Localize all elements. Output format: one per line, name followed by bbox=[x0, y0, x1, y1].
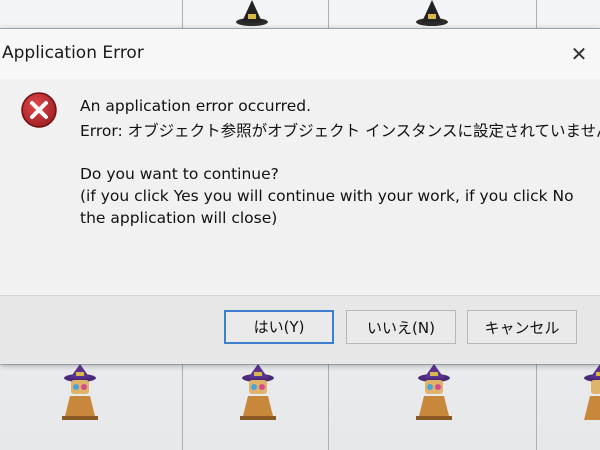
application-error-dialog: Application Error ✕ An application error… bbox=[0, 28, 600, 364]
error-detail-line: Error: オブジェクト参照がオブジェクト インスタンスに設定されていません。 bbox=[80, 122, 600, 140]
dialog-content: An application error occurred. Error: オブ… bbox=[0, 79, 600, 295]
dialog-titlebar[interactable]: Application Error ✕ bbox=[0, 29, 600, 79]
bg-gridline bbox=[182, 364, 183, 450]
bg-gridline bbox=[536, 364, 537, 450]
dialog-button-bar: はい(Y) いいえ(N) キャンセル bbox=[0, 295, 600, 364]
bg-gridline bbox=[536, 0, 537, 28]
witch-hat-sprite bbox=[416, 0, 448, 26]
witch-hat-sprite bbox=[236, 0, 268, 26]
instruction-line-continued: the application will close) bbox=[80, 209, 278, 227]
question-line: Do you want to continue? bbox=[80, 165, 279, 183]
witch-character-sprite bbox=[240, 364, 276, 420]
bg-gridline bbox=[328, 0, 329, 28]
dialog-title: Application Error bbox=[2, 43, 144, 63]
witch-character-sprite bbox=[416, 364, 452, 420]
error-message-line: An application error occurred. bbox=[80, 97, 312, 115]
witch-character-sprite bbox=[584, 364, 600, 420]
witch-character-sprite bbox=[62, 364, 98, 420]
cancel-button[interactable]: キャンセル bbox=[467, 310, 577, 344]
close-button[interactable]: ✕ bbox=[566, 41, 592, 67]
close-icon: ✕ bbox=[570, 42, 588, 66]
no-button[interactable]: いいえ(N) bbox=[346, 310, 456, 344]
bg-gridline bbox=[182, 0, 183, 28]
bg-gridline bbox=[328, 364, 329, 450]
error-x-icon bbox=[21, 92, 57, 128]
instruction-line: (if you click Yes you will continue with… bbox=[80, 187, 574, 205]
yes-button[interactable]: はい(Y) bbox=[224, 310, 334, 344]
